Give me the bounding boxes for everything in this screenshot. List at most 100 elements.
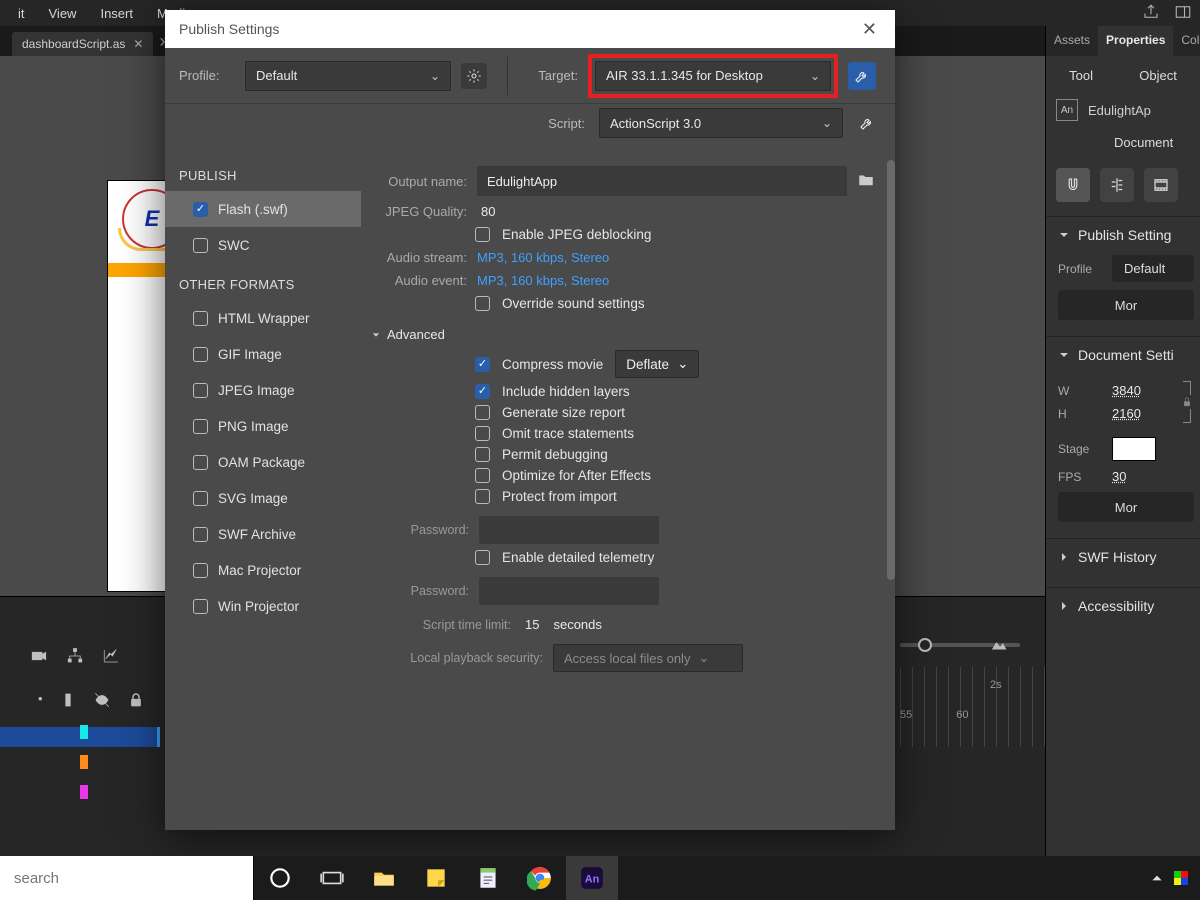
format-jpeg[interactable]: JPEG Image [165,372,361,408]
more-settings-button[interactable]: Mor [1058,492,1194,522]
slider-thumb[interactable] [918,638,932,652]
format-html[interactable]: HTML Wrapper [165,300,361,336]
checkbox-icon[interactable] [193,419,208,434]
checkbox-on-icon[interactable] [193,202,208,217]
more-settings-button[interactable]: Mor [1058,290,1194,320]
compress-mode-select[interactable]: Deflate⌄ [615,350,699,378]
align-icon[interactable] [1100,168,1134,202]
profile-select[interactable]: Default [1112,255,1194,282]
tray-security-icon[interactable] [1174,871,1188,885]
menu-item[interactable]: Insert [90,3,143,24]
stage-color-swatch[interactable] [1112,437,1156,461]
format-flash[interactable]: Flash (.swf) [165,191,361,227]
browse-folder-icon[interactable] [857,171,875,192]
format-swc[interactable]: SWC [165,227,361,263]
format-swf-archive[interactable]: SWF Archive [165,516,361,552]
close-icon[interactable]: ✕ [858,15,881,44]
link-dimensions-icon[interactable] [1180,381,1194,423]
system-tray[interactable] [1150,871,1200,885]
target-select[interactable]: AIR 33.1.1.345 for Desktop ⌄ [595,61,831,91]
timeline-keyframe[interactable] [80,785,88,799]
script-settings-button[interactable] [853,109,881,137]
section-swf-history[interactable]: SWF History [1058,549,1194,565]
hide-icon[interactable] [93,691,111,712]
taskbar-search[interactable]: search [0,856,254,900]
tab-properties[interactable]: Properties [1098,26,1173,56]
section-accessibility[interactable]: Accessibility [1058,598,1194,614]
chrome-icon[interactable] [514,856,566,900]
audio-event-link[interactable]: MP3, 160 kbps, Stereo [477,273,609,288]
graph-icon[interactable] [102,647,120,668]
checkbox-icon[interactable] [193,599,208,614]
jpeg-quality-value[interactable]: 80 [481,204,495,219]
height-value[interactable]: 2160 [1112,406,1141,421]
lock-icon[interactable] [127,691,145,712]
menu-item[interactable]: it [8,3,35,24]
animate-icon[interactable]: An [566,856,618,900]
profile-select[interactable]: Default ⌄ [245,61,451,91]
subtab-tool[interactable]: Tool [1069,68,1093,83]
advanced-toggle[interactable]: Advanced [371,327,875,342]
camera-icon[interactable] [30,647,48,668]
checkbox-icon[interactable] [193,527,208,542]
checkbox-icon[interactable] [475,405,490,420]
target-settings-button[interactable] [848,62,876,90]
menu-item[interactable]: View [39,3,87,24]
section-document-settings[interactable]: Document Setti [1058,347,1194,363]
output-name-input[interactable]: EdulightApp [477,166,847,196]
sticky-notes-icon[interactable] [410,856,462,900]
cortana-icon[interactable] [254,856,306,900]
checkbox-on-icon[interactable] [475,357,490,372]
scrollbar[interactable] [887,148,895,820]
notepad-icon[interactable] [462,856,514,900]
format-mac-projector[interactable]: Mac Projector [165,552,361,588]
file-explorer-icon[interactable] [358,856,410,900]
checkbox-icon[interactable] [193,311,208,326]
document-tab[interactable]: dashboardScript.as ✕ [12,32,153,56]
profile-options-button[interactable] [461,63,487,89]
timeline-keyframe[interactable] [80,755,88,769]
share-icon[interactable] [1142,3,1160,24]
film-icon[interactable] [1144,168,1178,202]
checkbox-icon[interactable] [475,447,490,462]
checkbox-icon[interactable] [193,383,208,398]
magnet-icon[interactable] [1056,168,1090,202]
tab-assets[interactable]: Assets [1046,26,1098,56]
checkbox-icon[interactable] [475,489,490,504]
task-view-icon[interactable] [306,856,358,900]
checkbox-icon[interactable] [193,563,208,578]
local-playback-select[interactable]: Access local files only⌄ [553,644,743,672]
checkbox-on-icon[interactable] [475,384,490,399]
checkbox-icon[interactable] [193,491,208,506]
width-value[interactable]: 3840 [1112,383,1141,398]
audio-stream-link[interactable]: MP3, 160 kbps, Stereo [477,250,609,265]
tray-chevron-up-icon[interactable] [1150,871,1164,885]
checkbox-icon[interactable] [475,468,490,483]
subtab-object[interactable]: Object [1139,68,1177,83]
checkbox-icon[interactable] [475,550,490,565]
fps-value[interactable]: 30 [1112,469,1126,484]
script-select[interactable]: ActionScript 3.0 ⌄ [599,108,843,138]
checkbox-icon[interactable] [475,227,490,242]
script-time-limit-value[interactable]: 15 [525,617,539,632]
frame-icon[interactable] [59,691,77,712]
timeline-keyframe[interactable] [80,725,88,739]
password-input[interactable] [479,516,659,544]
checkbox-icon[interactable] [475,426,490,441]
checkbox-icon[interactable] [193,347,208,362]
format-win-projector[interactable]: Win Projector [165,588,361,624]
format-gif[interactable]: GIF Image [165,336,361,372]
checkbox-icon[interactable] [475,296,490,311]
format-oam[interactable]: OAM Package [165,444,361,480]
checkbox-icon[interactable] [193,455,208,470]
format-png[interactable]: PNG Image [165,408,361,444]
hierarchy-icon[interactable] [66,647,84,668]
marker-icon[interactable]: • [38,691,43,712]
close-icon[interactable]: ✕ [133,37,143,51]
format-svg[interactable]: SVG Image [165,480,361,516]
tab-color[interactable]: Col [1173,26,1200,56]
telemetry-password-input[interactable] [479,577,659,605]
checkbox-icon[interactable] [193,238,208,253]
timeline-fit-icon[interactable] [990,637,1012,654]
panels-icon[interactable] [1174,3,1192,24]
